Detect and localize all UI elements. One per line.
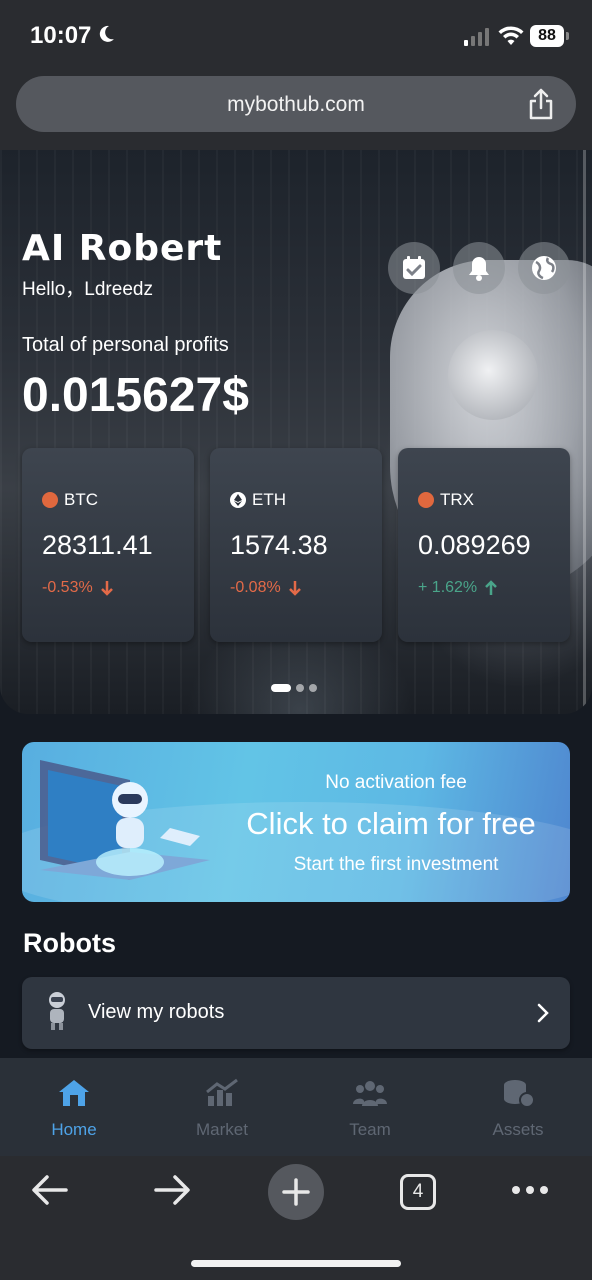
status-time: 10:07	[30, 22, 92, 49]
claim-banner[interactable]: No activation fee Click to claim for fre…	[22, 742, 570, 902]
banner-subtitle: No activation fee	[325, 772, 467, 793]
trx-icon	[418, 492, 434, 508]
checkin-button[interactable]	[388, 242, 440, 294]
back-arrow-icon[interactable]	[30, 1168, 70, 1212]
brand-title: AI Robert	[22, 228, 223, 269]
coin-price: 1574.38	[230, 530, 328, 560]
tab-label: Assets	[492, 1120, 544, 1139]
robot-face-illustration	[448, 330, 538, 420]
share-icon[interactable]	[528, 88, 554, 120]
tab-team[interactable]: Team	[296, 1058, 444, 1156]
url-text: mybothub.com	[227, 93, 365, 116]
coin-symbol: TRX	[440, 490, 474, 509]
coin-symbol: ETH	[252, 490, 286, 509]
browser-address-area: mybothub.com	[0, 72, 592, 150]
profits-label: Total of personal profits	[22, 334, 229, 356]
view-robots-label: View my robots	[88, 1001, 225, 1023]
profits-value: 0.015627$	[22, 369, 249, 422]
tabs-button[interactable]: 4	[400, 1174, 436, 1210]
home-icon	[59, 1080, 89, 1106]
arrow-up-icon	[485, 580, 498, 595]
coin-header: BTC	[42, 490, 98, 510]
tab-market[interactable]: Market	[148, 1058, 296, 1156]
carousel-indicator[interactable]	[271, 684, 317, 692]
battery-indicator: 88	[530, 25, 564, 47]
tab-icon-wrap	[0, 1078, 148, 1108]
tab-label: Market	[196, 1120, 248, 1139]
banner-title: Click to claim for free	[246, 806, 536, 841]
carousel-dot[interactable]	[309, 684, 317, 692]
home-indicator[interactable]	[191, 1260, 401, 1267]
chart-icon	[206, 1078, 238, 1106]
coin-change-value: -0.53%	[42, 579, 93, 596]
scrollbar[interactable]	[583, 150, 586, 710]
chevron-right-icon	[537, 1003, 549, 1023]
coin-change-value: -0.08%	[230, 579, 281, 596]
hero-section: AI Robert Hello，Ldreedz Total of persona…	[0, 150, 592, 714]
more-options-icon[interactable]	[510, 1184, 550, 1196]
new-tab-button[interactable]	[268, 1164, 324, 1220]
coin-change: -0.08%	[230, 579, 301, 597]
carousel-dot[interactable]	[271, 684, 291, 692]
language-button[interactable]	[518, 242, 570, 294]
tab-icon-wrap	[444, 1078, 592, 1108]
browser-toolbar: 4	[0, 1156, 592, 1280]
coin-header: ETH	[230, 490, 286, 510]
team-icon	[353, 1081, 387, 1106]
view-robots-button[interactable]: View my robots	[22, 977, 570, 1049]
coin-card-btc[interactable]: BTC 28311.41 -0.53%	[22, 448, 194, 642]
tab-label: Home	[51, 1120, 97, 1139]
robot-laptop-illustration	[40, 760, 210, 880]
greeting-text: Hello，Ldreedz	[22, 279, 153, 300]
btc-icon	[42, 492, 58, 508]
moon-icon	[99, 25, 114, 42]
coin-price: 28311.41	[42, 530, 153, 560]
robot-avatar-icon	[49, 992, 65, 1030]
banner-caption: Start the first investment	[293, 854, 499, 875]
tab-icon-wrap	[148, 1078, 296, 1108]
coin-header: TRX	[418, 490, 474, 510]
globe-icon	[532, 256, 556, 280]
signal-icon	[464, 28, 489, 46]
tab-assets[interactable]: Assets	[444, 1058, 592, 1156]
coins-icon	[504, 1080, 535, 1108]
arrow-down-icon	[288, 581, 301, 596]
robots-heading: Robots	[23, 928, 116, 958]
arrow-down-icon	[100, 581, 113, 596]
status-bar: 10:07 88	[0, 0, 592, 72]
wifi-icon	[498, 26, 524, 45]
coin-price: 0.089269	[418, 530, 531, 560]
tab-label: Team	[349, 1120, 391, 1139]
coin-change: -0.53%	[42, 579, 113, 597]
bell-icon	[469, 257, 489, 281]
eth-icon	[230, 492, 246, 508]
address-bar[interactable]: mybothub.com	[16, 76, 576, 132]
coin-card-trx[interactable]: TRX 0.089269 + 1.62%	[398, 448, 570, 642]
battery-tip	[566, 32, 569, 40]
coin-change-value: + 1.62%	[418, 579, 478, 596]
notifications-button[interactable]	[453, 242, 505, 294]
carousel-dot[interactable]	[296, 684, 304, 692]
calendar-check-icon	[403, 256, 425, 279]
tab-home[interactable]: Home	[0, 1058, 148, 1156]
plus-icon	[282, 1178, 310, 1206]
tab-icon-wrap	[296, 1078, 444, 1108]
forward-arrow-icon[interactable]	[152, 1168, 192, 1212]
coin-card-eth[interactable]: ETH 1574.38 -0.08%	[210, 448, 382, 642]
bottom-tab-bar: Home Market Team Assets	[0, 1058, 592, 1156]
coin-symbol: BTC	[64, 490, 98, 509]
coin-change: + 1.62%	[418, 579, 498, 597]
